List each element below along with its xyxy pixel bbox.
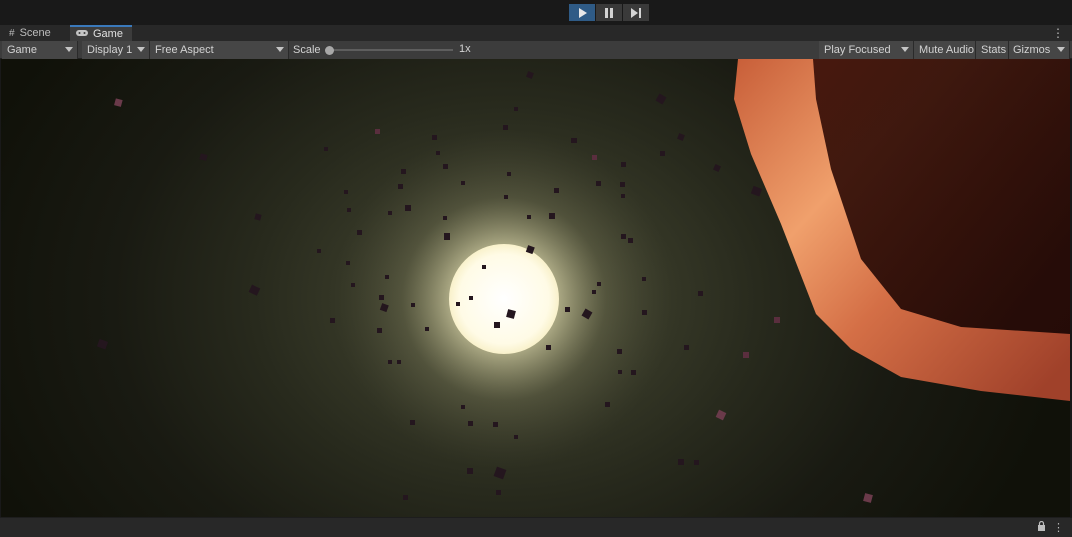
gizmos-label: Gizmos — [1013, 44, 1051, 56]
tab-game-label: Game — [93, 28, 123, 40]
stats-label: Stats — [981, 44, 1007, 56]
play-controls-bar — [0, 0, 1072, 25]
scale-label: Scale — [293, 44, 321, 56]
play-button[interactable] — [569, 4, 595, 21]
pause-button[interactable] — [596, 4, 622, 21]
lock-icon[interactable] — [1037, 520, 1046, 534]
tab-scene[interactable]: # Scene — [3, 25, 67, 41]
more-options-icon[interactable]: ⋮ — [1053, 521, 1064, 534]
step-icon — [631, 7, 641, 18]
step-button[interactable] — [623, 4, 649, 21]
game-toolbar: Game Display 1 Free Aspect Scale 1x Play… — [0, 41, 1072, 59]
play-mode-label: Play Focused — [824, 44, 891, 56]
chevron-down-icon — [276, 47, 284, 52]
scale-value: 1x — [459, 43, 471, 55]
play-mode-dropdown[interactable]: Play Focused — [819, 41, 914, 59]
scale-slider-track[interactable] — [329, 49, 453, 51]
mute-audio-toggle[interactable]: Mute Audio — [914, 41, 976, 59]
game-viewport[interactable] — [1, 59, 1070, 517]
display-label: Display 1 — [87, 44, 133, 56]
scale-control: Scale 1x — [289, 41, 819, 59]
scale-slider-thumb[interactable] — [325, 46, 334, 55]
display-dropdown[interactable]: Display 1 — [82, 41, 150, 59]
chevron-down-icon — [65, 47, 73, 52]
tab-scene-label: Scene — [19, 27, 51, 39]
pause-icon — [605, 7, 613, 18]
chevron-down-icon — [1057, 47, 1065, 52]
view-mode-label: Game — [7, 44, 37, 56]
sun — [449, 244, 559, 354]
tab-menu-icon[interactable]: ⋮ — [1052, 25, 1064, 41]
aspect-label: Free Aspect — [155, 44, 214, 56]
mute-audio-label: Mute Audio — [919, 44, 975, 56]
chevron-down-icon — [901, 47, 909, 52]
gamepad-icon — [76, 29, 88, 40]
stats-toggle[interactable]: Stats — [976, 41, 1009, 59]
bottom-icons: ⋮ — [1037, 520, 1064, 534]
game-scene — [96, 59, 1070, 503]
bottom-bar: ⋮ — [0, 517, 1072, 537]
tab-bar: # Scene Game ⋮ — [0, 25, 1072, 41]
aspect-dropdown[interactable]: Free Aspect — [150, 41, 289, 59]
tab-game[interactable]: Game — [70, 25, 132, 41]
view-mode-dropdown[interactable]: Game — [2, 41, 78, 59]
gizmos-dropdown[interactable]: Gizmos — [1009, 41, 1070, 59]
play-icon — [578, 7, 587, 18]
chevron-down-icon — [137, 47, 145, 52]
play-button-group — [569, 4, 650, 21]
grid-icon: # — [9, 27, 15, 39]
